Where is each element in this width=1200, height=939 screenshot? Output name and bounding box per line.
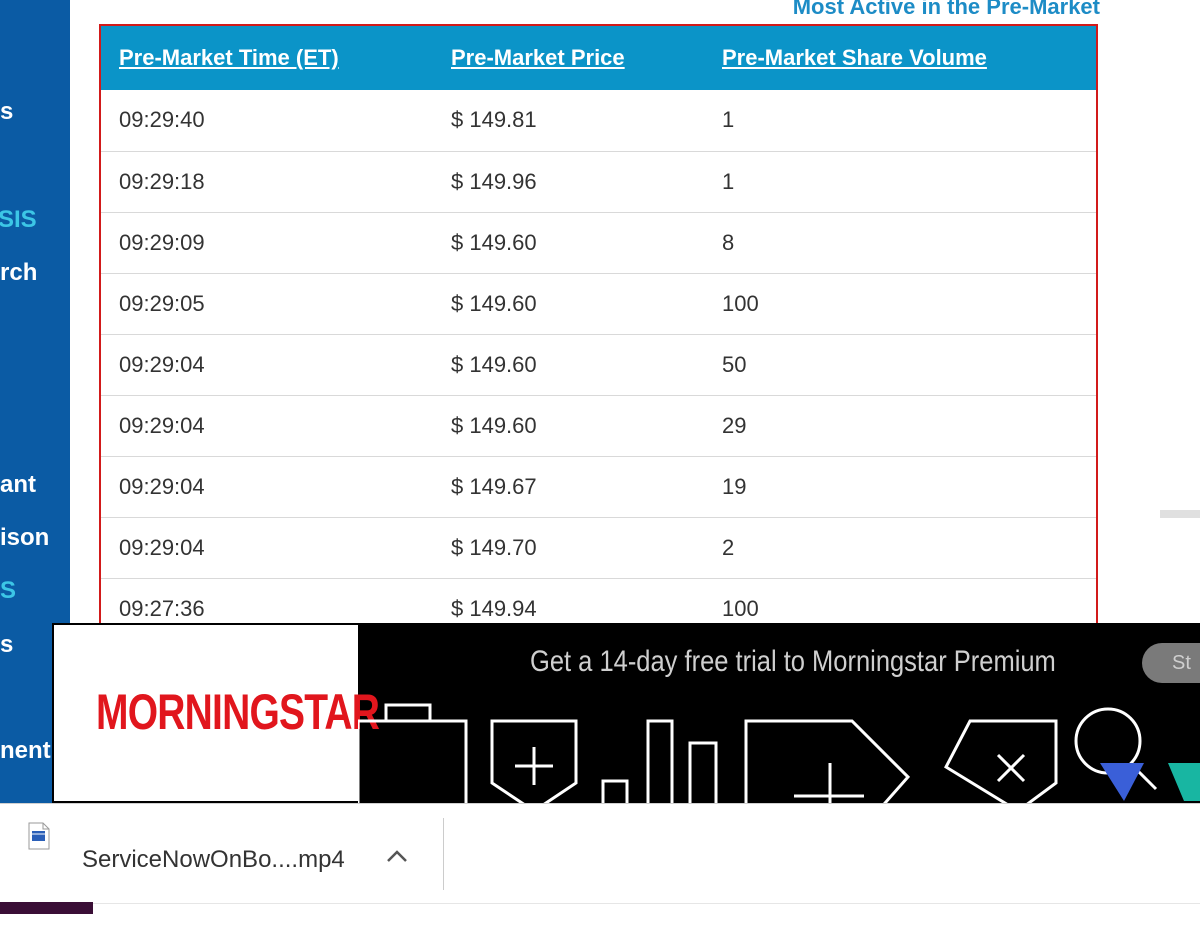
ad-headline: Get a 14-day free trial to Morningstar P… [530, 645, 1056, 678]
ad-start-button[interactable]: St [1142, 643, 1200, 683]
column-header-volume[interactable]: Pre-Market Share Volume [704, 26, 1096, 90]
price-cell: $ 149.60 [433, 334, 704, 396]
time-cell: 09:29:09 [101, 212, 433, 274]
volume-cell: 1 [704, 151, 1096, 213]
volume-cell: 2 [704, 517, 1096, 579]
time-cell: 09:29:18 [101, 151, 433, 213]
table-header-row: Pre-Market Time (ET) Pre-Market Price Pr… [101, 26, 1096, 90]
volume-cell: 19 [704, 456, 1096, 518]
taskbar-edge [0, 902, 93, 914]
volume-cell: 1 [704, 90, 1096, 152]
divider [93, 903, 1200, 904]
volume-cell: 29 [704, 395, 1096, 457]
ad-logo-box: MORNINGSTAR [54, 625, 380, 801]
column-header-price[interactable]: Pre-Market Price [433, 26, 704, 90]
ad-banner[interactable]: MORNINGSTAR Get a 14-day free trial to M… [52, 623, 1200, 803]
time-cell: 09:29:05 [101, 273, 433, 335]
time-cell: 09:29:40 [101, 90, 433, 152]
download-file-name[interactable]: ServiceNowOnBo....mp4 [82, 846, 345, 874]
table-row: 09:29:04 $ 149.70 2 [101, 517, 1096, 579]
morningstar-logo: MORNINGSTAR [96, 684, 380, 740]
price-cell: $ 149.67 [433, 456, 704, 518]
download-bar: ServiceNowOnBo....mp4 [0, 803, 1200, 904]
table-row: 09:29:04 $ 149.67 19 [101, 456, 1096, 518]
price-cell: $ 149.60 [433, 212, 704, 274]
table-row: 09:29:04 $ 149.60 50 [101, 334, 1096, 396]
nav-item[interactable]: ison [0, 524, 49, 552]
volume-cell: 8 [704, 212, 1096, 274]
nav-item[interactable]: SIS [0, 206, 37, 234]
price-cell: $ 149.70 [433, 517, 704, 579]
nav-item[interactable]: nent [0, 737, 51, 765]
chevron-up-icon[interactable] [386, 842, 408, 870]
price-cell: $ 149.81 [433, 90, 704, 152]
nav-item[interactable]: s [0, 631, 13, 659]
nav-item[interactable]: ant [0, 471, 36, 499]
table-row: 09:29:09 $ 149.60 8 [101, 212, 1096, 274]
column-header-time[interactable]: Pre-Market Time (ET) [101, 26, 433, 90]
divider [443, 818, 444, 890]
nav-item[interactable]: s [0, 98, 13, 126]
nav-item[interactable]: rch [0, 259, 37, 287]
section-title[interactable]: Most Active in the Pre-Market [793, 0, 1100, 20]
time-cell: 09:29:04 [101, 517, 433, 579]
premarket-table: Pre-Market Time (ET) Pre-Market Price Pr… [101, 26, 1096, 640]
divider [1160, 510, 1200, 518]
time-cell: 09:29:04 [101, 456, 433, 518]
volume-cell: 100 [704, 273, 1096, 335]
video-file-icon [28, 822, 50, 850]
price-cell: $ 149.60 [433, 273, 704, 335]
table-row: 09:29:18 $ 149.96 1 [101, 151, 1096, 213]
time-cell: 09:29:04 [101, 395, 433, 457]
table-row: 09:29:05 $ 149.60 100 [101, 273, 1096, 335]
table-row: 09:29:40 $ 149.81 1 [101, 90, 1096, 152]
nav-item[interactable]: S [0, 577, 16, 605]
price-cell: $ 149.60 [433, 395, 704, 457]
time-cell: 09:29:04 [101, 334, 433, 396]
volume-cell: 50 [704, 334, 1096, 396]
table-row: 09:29:04 $ 149.60 29 [101, 395, 1096, 457]
ad-illustration [358, 703, 1200, 803]
bottom-strip [0, 903, 1200, 939]
price-cell: $ 149.96 [433, 151, 704, 213]
